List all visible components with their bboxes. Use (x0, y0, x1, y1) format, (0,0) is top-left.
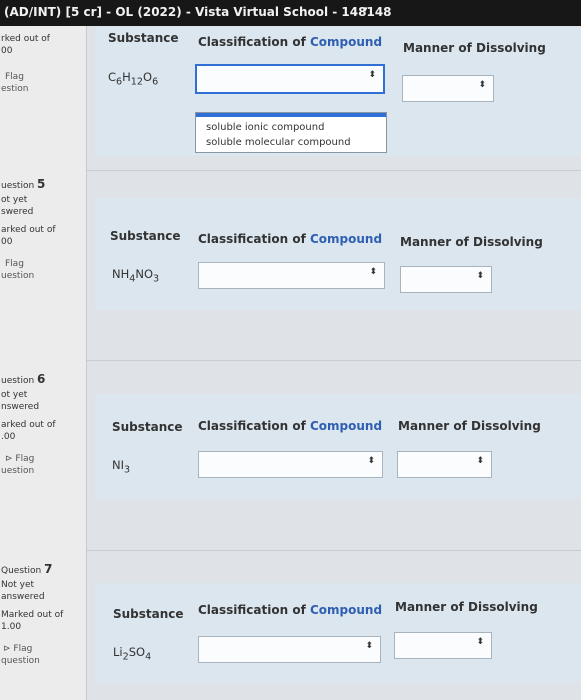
manner-select[interactable]: ⬍ (397, 451, 492, 478)
select-arrows-icon: ⬍ (476, 271, 484, 281)
classification-select[interactable]: ⬍ (198, 262, 385, 289)
select-arrows-icon: ⬍ (367, 456, 375, 466)
classification-header: Classification of Compound (198, 603, 383, 617)
manner-header: Manner of Dissolving (395, 600, 538, 614)
marked-label: Marked out of (1, 610, 64, 620)
marked-label: arked out of (1, 420, 56, 430)
manner-header: Manner of Dissolving (398, 419, 541, 433)
classification-dropdown-list: soluble ionic compound soluble molecular… (195, 112, 387, 153)
manner-header: Manner of Dissolving (403, 41, 546, 55)
select-arrows-icon: ⬍ (369, 267, 377, 277)
question-card-6 (95, 394, 581, 499)
classification-header: Classification of Compound (198, 35, 383, 49)
classification-header: Classification of Compound (198, 232, 383, 246)
select-arrows-icon: ⬍ (368, 70, 376, 80)
divider (87, 360, 581, 361)
flag-icon: ⊳ (5, 454, 16, 464)
manner-header: Manner of Dissolving (400, 235, 543, 249)
question-card-5 (95, 198, 581, 310)
chevron-down-icon[interactable]: ▾ (363, 5, 368, 15)
flag-icon: ⊳ (3, 644, 14, 654)
flag-label: ⊳ Flag (3, 644, 33, 654)
flag-question-button[interactable]: Flag uestion (1, 258, 87, 282)
flag-label-2: uestion (1, 466, 35, 476)
question-info-7: Question 7 Not yet answered Marked out o… (1, 563, 87, 667)
substance-formula: C6H12O6 (108, 70, 159, 88)
select-arrows-icon: ⬍ (365, 641, 373, 651)
flag-question-button[interactable]: Flag estion (1, 71, 87, 95)
manner-select[interactable]: ⬍ (402, 75, 494, 102)
substance-formula: NH4NO3 (112, 267, 160, 285)
flag-label-2: question (1, 656, 40, 666)
question-status-2: swered (1, 207, 34, 217)
dropdown-option-ionic[interactable]: soluble ionic compound (196, 117, 386, 135)
classification-select[interactable]: ⬍ (195, 64, 385, 94)
classification-select[interactable]: ⬍ (198, 451, 383, 478)
substance-header: Substance (110, 229, 181, 243)
select-arrows-icon: ⬍ (476, 637, 484, 647)
question-info-4: rked out of 00 Flag estion (1, 33, 87, 95)
flag-label: Flag (5, 72, 24, 82)
question-number: uestion 6 (1, 372, 46, 386)
flag-question-button[interactable]: ⊳ Flag question (1, 643, 87, 667)
question-status-2: nswered (1, 402, 40, 412)
question-status: Not yet (1, 580, 35, 590)
question-status: ot yet (1, 195, 28, 205)
window-title-bar: (AD/INT) [5 cr] - OL (2022) - Vista Virt… (0, 0, 581, 26)
marked-value: 1.00 (1, 622, 22, 632)
flag-question-button[interactable]: ⊳ Flag uestion (1, 453, 87, 477)
question-status: ot yet (1, 390, 28, 400)
select-arrows-icon: ⬍ (478, 80, 486, 90)
question-info-6: uestion 6 ot yet nswered arked out of .0… (1, 373, 87, 477)
substance-header: Substance (108, 31, 179, 45)
question-number: Question 7 (1, 562, 53, 576)
question-card-7 (95, 583, 581, 683)
manner-select[interactable]: ⬍ (394, 632, 492, 659)
window-title: (AD/INT) [5 cr] - OL (2022) - Vista Virt… (4, 5, 392, 19)
substance-header: Substance (112, 420, 183, 434)
marked-label: rked out of (1, 34, 50, 44)
marked-label: arked out of (1, 225, 56, 235)
classification-header: Classification of Compound (198, 419, 383, 433)
question-number: uestion 5 (1, 177, 46, 191)
substance-header: Substance (113, 607, 184, 621)
substance-formula: Li2SO4 (113, 645, 152, 663)
manner-select[interactable]: ⬍ (400, 266, 492, 293)
select-arrows-icon: ⬍ (476, 456, 484, 466)
flag-label: Flag (5, 259, 24, 269)
dropdown-option-molecular[interactable]: soluble molecular compound (196, 135, 386, 152)
marked-value: .00 (1, 432, 16, 442)
question-status-2: answered (1, 592, 45, 602)
substance-formula: NI3 (112, 458, 131, 476)
question-info-5: uestion 5 ot yet swered arked out of 00 … (1, 178, 87, 282)
flag-label-2: uestion (1, 271, 35, 281)
classification-select[interactable]: ⬍ (198, 636, 381, 663)
flag-label-2: estion (1, 84, 29, 94)
divider (87, 550, 581, 551)
divider (87, 170, 581, 171)
marked-value: 00 (1, 237, 13, 247)
flag-label: ⊳ Flag (5, 454, 35, 464)
marked-value: 00 (1, 46, 13, 56)
